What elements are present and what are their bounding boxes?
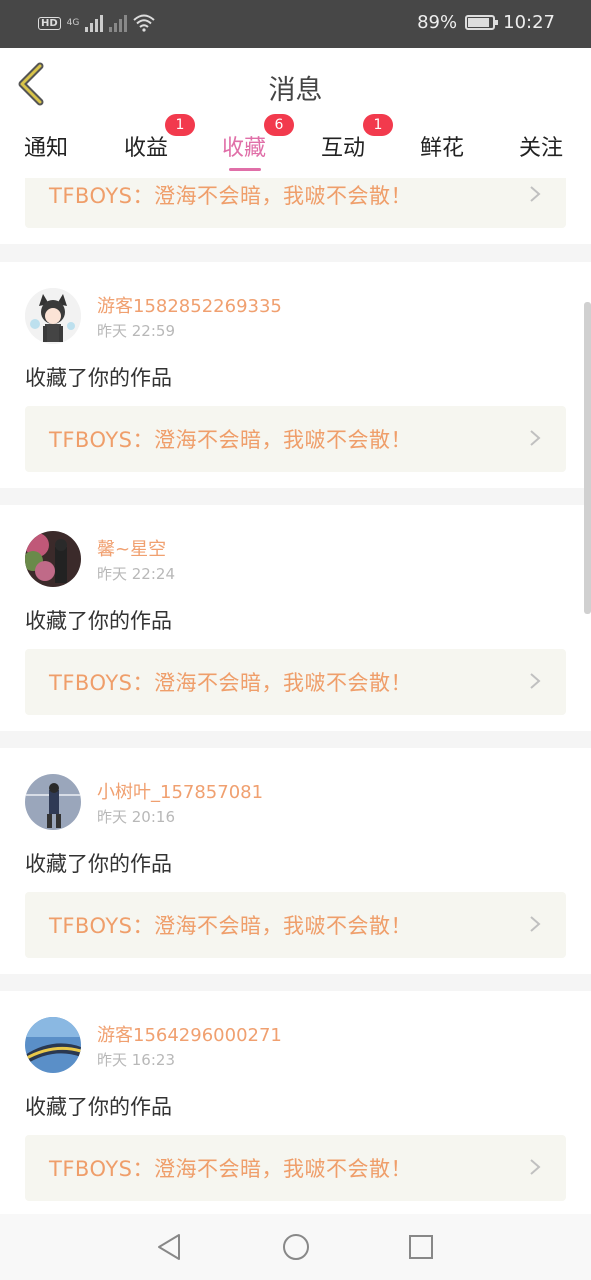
chevron-right-icon — [530, 673, 541, 689]
list-item: 小树叶_157857081 昨天 20:16 收藏了你的作品 TFBOYS：澄海… — [0, 748, 591, 974]
timestamp: 昨天 22:24 — [97, 565, 175, 583]
tab-follows[interactable]: 关注 — [519, 130, 563, 162]
avatar-anime-girl-image — [25, 288, 81, 344]
home-circle-icon[interactable] — [281, 1232, 311, 1262]
chevron-right-icon — [530, 1159, 541, 1175]
badge-favorites: 6 — [264, 114, 294, 136]
signal-icon — [85, 14, 104, 32]
chevron-right-icon — [530, 186, 541, 202]
battery-level — [468, 18, 490, 27]
list-item: 游客1564296000271 昨天 16:23 收藏了你的作品 TFBOYS：… — [0, 991, 591, 1214]
work-title: TFBOYS：澄海不会暗，我啵不会散！ — [49, 184, 412, 208]
avatar[interactable] — [25, 531, 81, 587]
system-nav-bar — [0, 1214, 591, 1280]
tab-favorites[interactable]: 收藏 — [222, 130, 266, 162]
active-tab-indicator — [229, 168, 261, 171]
username[interactable]: 馨~星空 — [97, 535, 166, 561]
work-title: TFBOYS：澄海不会暗，我啵不会散！ — [49, 914, 412, 938]
list-item: 馨~星空 昨天 22:24 收藏了你的作品 TFBOYS：澄海不会暗，我啵不会散… — [0, 505, 591, 731]
action-text: 收藏了你的作品 — [25, 1095, 172, 1119]
badge-earnings: 1 — [165, 114, 195, 136]
work-title: TFBOYS：澄海不会暗，我啵不会散！ — [49, 1157, 412, 1181]
avatar[interactable] — [25, 774, 81, 830]
hd-icon: HD — [38, 16, 61, 30]
work-link[interactable]: TFBOYS：澄海不会暗，我啵不会散！ — [25, 178, 566, 228]
work-link[interactable]: TFBOYS：澄海不会暗，我啵不会散！ — [25, 406, 566, 472]
username[interactable]: 小树叶_157857081 — [97, 778, 263, 804]
message-list[interactable]: TFBOYS：澄海不会暗，我啵不会散！ 游客1582852269335 昨天 2… — [0, 178, 591, 1214]
tab-flowers[interactable]: 鲜花 — [420, 130, 464, 162]
timestamp: 昨天 20:16 — [97, 808, 175, 826]
tab-notifications[interactable]: 通知 — [24, 130, 68, 162]
tab-earnings[interactable]: 收益 — [124, 130, 168, 162]
list-item: 游客1582852269335 昨天 22:59 收藏了你的作品 TFBOYS：… — [0, 262, 591, 488]
battery-icon — [465, 15, 499, 30]
work-link[interactable]: TFBOYS：澄海不会暗，我啵不会散！ — [25, 1135, 566, 1201]
clock: 10:27 — [503, 12, 555, 33]
network-type: 4G — [66, 18, 80, 28]
action-text: 收藏了你的作品 — [25, 366, 172, 390]
timestamp: 昨天 16:23 — [97, 1051, 175, 1069]
status-bar: HD 4G 89% 10:27 — [0, 0, 591, 48]
chevron-right-icon — [530, 916, 541, 932]
tab-bar: 通知 收益 收藏 互动 鲜花 关注 — [0, 118, 591, 178]
avatar-photo-image — [25, 1017, 81, 1073]
scrollbar[interactable] — [584, 302, 591, 614]
avatar[interactable] — [25, 1017, 81, 1073]
list-item-partial: TFBOYS：澄海不会暗，我啵不会散！ — [0, 178, 591, 244]
work-title: TFBOYS：澄海不会暗，我啵不会散！ — [49, 671, 412, 695]
action-text: 收藏了你的作品 — [25, 852, 172, 876]
avatar-photo-image — [25, 774, 81, 830]
signal-icon-2 — [109, 14, 128, 32]
badge-interactions: 1 — [363, 114, 393, 136]
username[interactable]: 游客1564296000271 — [97, 1021, 282, 1047]
chevron-right-icon — [530, 430, 541, 446]
wifi-icon — [133, 14, 156, 32]
work-title: TFBOYS：澄海不会暗，我啵不会散！ — [49, 428, 412, 452]
action-text: 收藏了你的作品 — [25, 609, 172, 633]
username[interactable]: 游客1582852269335 — [97, 292, 282, 318]
back-triangle-icon[interactable] — [155, 1232, 185, 1262]
status-left-icons: HD 4G — [38, 14, 156, 32]
page-title: 消息 — [268, 75, 323, 106]
work-link[interactable]: TFBOYS：澄海不会暗，我啵不会散！ — [25, 649, 566, 715]
app-header: 消息 — [0, 48, 591, 118]
recents-square-icon[interactable] — [406, 1232, 436, 1262]
avatar[interactable] — [25, 288, 81, 344]
timestamp: 昨天 22:59 — [97, 322, 175, 340]
avatar-photo-image — [25, 531, 81, 587]
work-link[interactable]: TFBOYS：澄海不会暗，我啵不会散！ — [25, 892, 566, 958]
status-right: 89% 10:27 — [417, 12, 555, 33]
tab-interactions[interactable]: 互动 — [321, 130, 365, 162]
battery-percent: 89% — [417, 12, 458, 33]
